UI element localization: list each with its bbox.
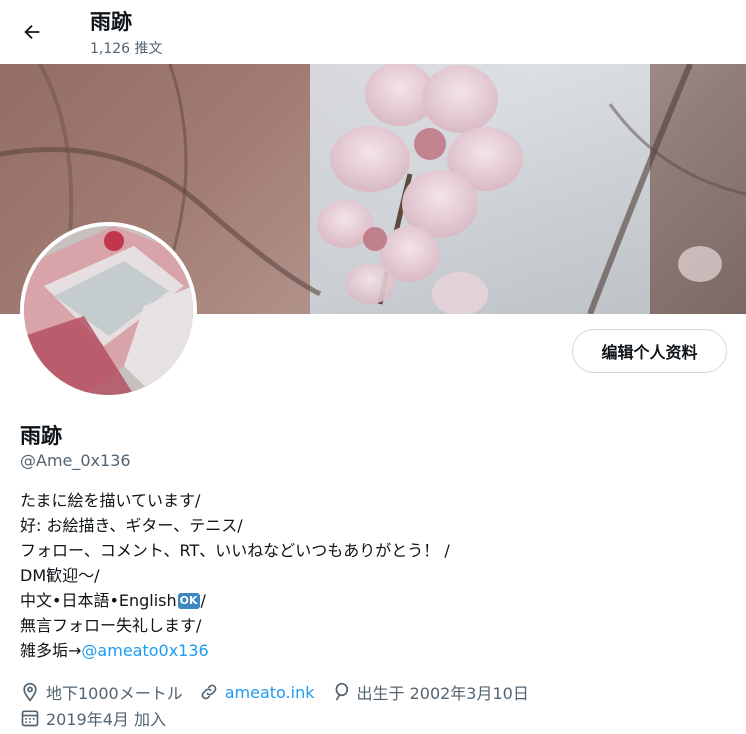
avatar[interactable] bbox=[20, 222, 197, 399]
bio-line-languages: 中文•日本語•English OK / bbox=[20, 588, 720, 613]
alt-account-mention-link[interactable]: @ameato0x136 bbox=[81, 641, 208, 660]
profile-joined-row: 2019年4月 加入 bbox=[20, 706, 182, 730]
profile-meta-row: 地下1000メートル ameato.ink 出生于 2002年3月10日 bbox=[20, 680, 545, 704]
arrow-left-icon bbox=[24, 24, 40, 40]
joined-text: 2019年4月 加入 bbox=[46, 710, 166, 729]
bio-line: たまに絵を描いています/ bbox=[20, 491, 201, 510]
top-bar: 雨跡 1,126 推文 bbox=[0, 0, 746, 64]
calendar-icon bbox=[21, 710, 39, 727]
bio-line: フォロー、コメント、RT、いいねなどいつもありがとう！ / bbox=[20, 541, 450, 560]
ok-badge: OK bbox=[177, 593, 200, 609]
profile-name: 雨跡 bbox=[20, 424, 62, 448]
edit-profile-button[interactable]: 编辑个人资料 bbox=[572, 329, 727, 373]
joined-item: 2019年4月 加入 bbox=[20, 706, 166, 730]
back-button[interactable] bbox=[14, 14, 50, 50]
header-title: 雨跡 bbox=[90, 10, 132, 34]
website-item: ameato.ink bbox=[199, 682, 315, 702]
location-item: 地下1000メートル bbox=[20, 680, 183, 704]
tweet-count: 1,126 推文 bbox=[90, 41, 163, 57]
bio-line: 無言フォロー失礼します/ bbox=[20, 616, 202, 635]
location-text: 地下1000メートル bbox=[46, 684, 183, 703]
bio-text: 中文•日本語•English bbox=[20, 591, 177, 610]
bio-line-alt-account: 雑多垢→@ameato0x136 bbox=[20, 638, 720, 663]
website-link[interactable]: ameato.ink bbox=[225, 683, 315, 702]
bio-text: / bbox=[200, 591, 206, 610]
bio-line: DM歓迎～/ bbox=[20, 566, 100, 585]
avatar-image bbox=[24, 226, 193, 395]
birthday-item: 出生于 2002年3月10日 bbox=[331, 680, 529, 704]
profile-bio: たまに絵を描いています/ 好: お絵描き、ギター、テニス/ フォロー、コメント、… bbox=[20, 488, 720, 663]
profile-handle: @Ame_0x136 bbox=[20, 451, 131, 470]
bio-text: 雑多垢→ bbox=[20, 641, 82, 660]
link-icon bbox=[201, 684, 217, 700]
bio-line: 好: お絵描き、ギター、テニス/ bbox=[20, 516, 243, 535]
balloon-icon bbox=[335, 682, 348, 701]
location-pin-icon bbox=[23, 682, 37, 702]
birthday-text: 出生于 2002年3月10日 bbox=[356, 684, 529, 703]
